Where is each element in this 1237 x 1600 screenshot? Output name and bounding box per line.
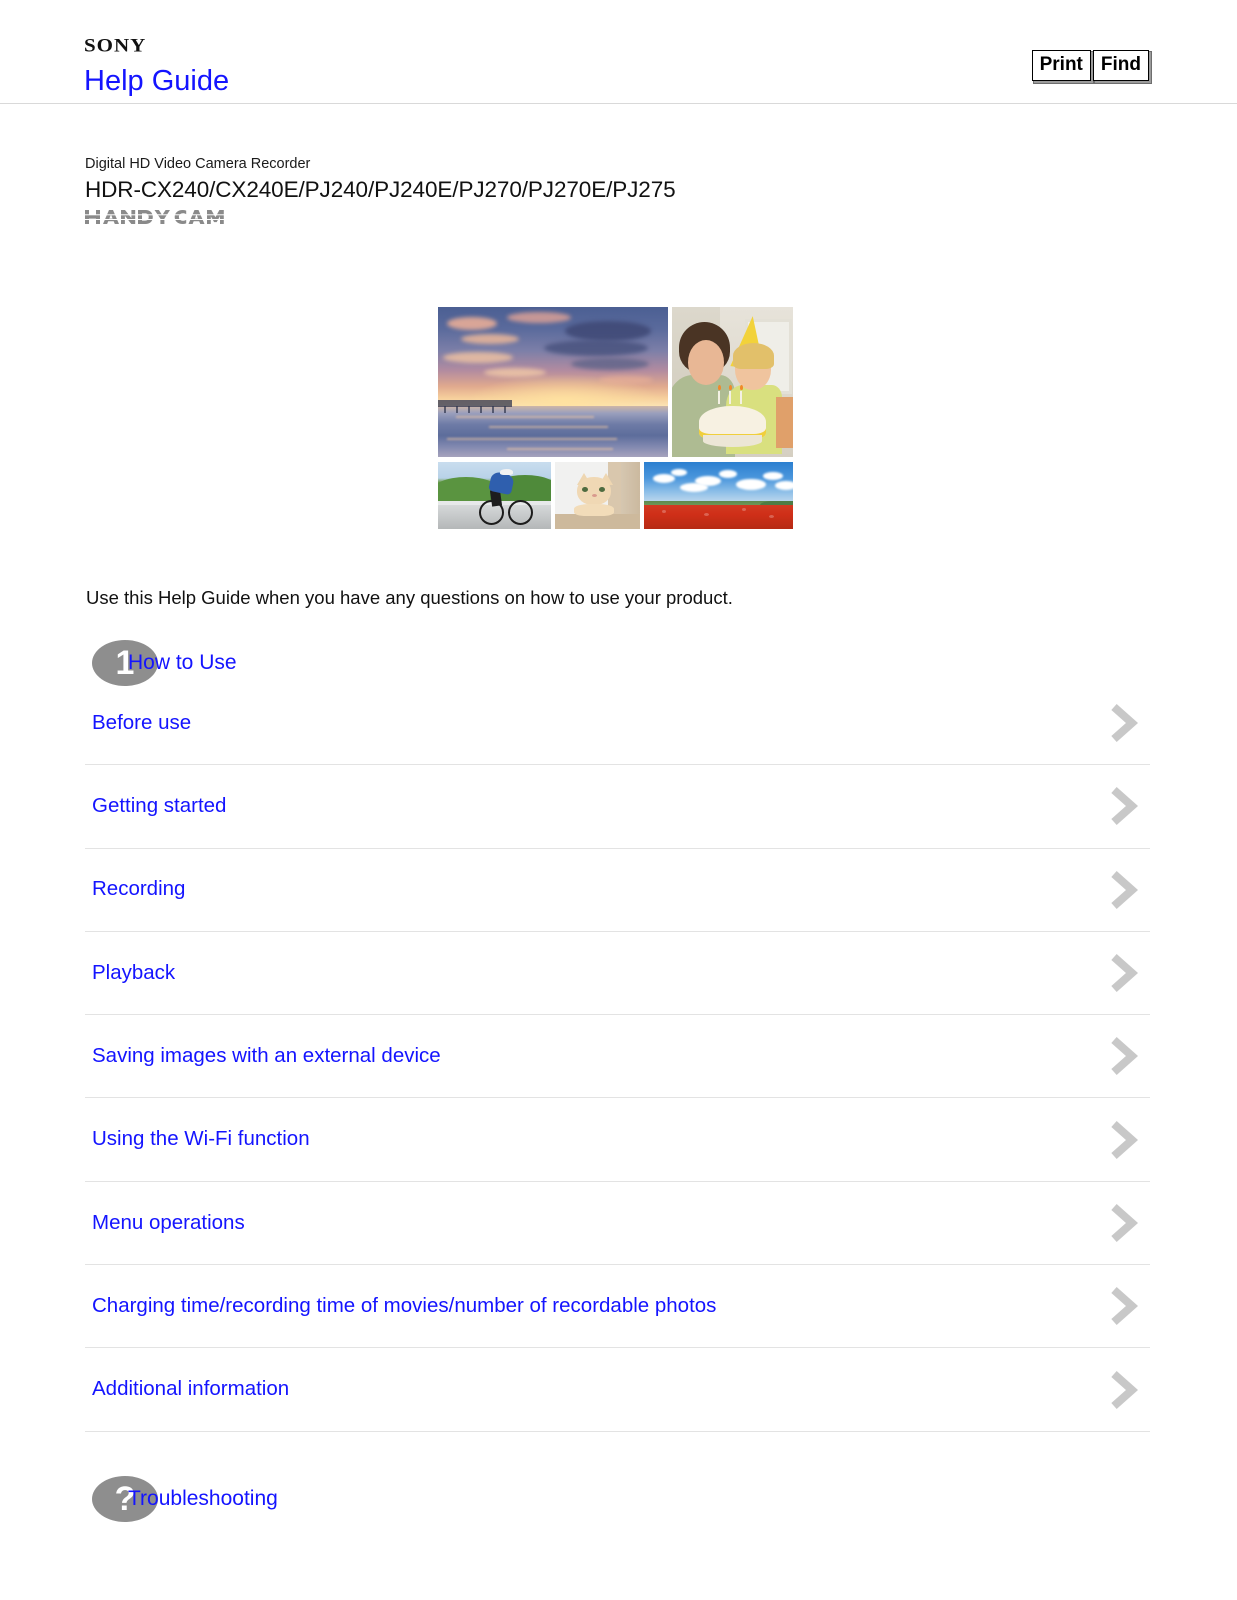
link-charging-recording-times[interactable]: Charging time/recording time of movies/n… [85, 1293, 716, 1320]
section-title-how-to-use[interactable]: How to Use [128, 649, 237, 676]
handycam-logo [85, 209, 237, 225]
link-getting-started[interactable]: Getting started [85, 793, 226, 820]
list-item[interactable]: Menu operations [85, 1182, 1150, 1266]
list-item[interactable]: Getting started [85, 765, 1150, 849]
section-title-troubleshooting[interactable]: Troubleshooting [128, 1485, 278, 1512]
page-header: SONY Help Guide Print Find [0, 0, 1237, 104]
help-guide-page: SONY Help Guide Print Find Digital HD Vi… [0, 0, 1237, 1600]
cyclist-photo [438, 462, 551, 529]
link-playback[interactable]: Playback [85, 960, 175, 987]
cat-photo [555, 462, 640, 529]
link-before-use[interactable]: Before use [85, 710, 191, 737]
sony-logo: SONY [84, 34, 147, 57]
hero-image-collage [438, 307, 793, 529]
product-category: Digital HD Video Camera Recorder [85, 156, 311, 172]
birthday-party-photo [672, 307, 793, 457]
how-to-use-link-list: Before use Getting started Recording Pla… [85, 682, 1150, 1432]
print-button[interactable]: Print [1031, 50, 1091, 81]
chevron-right-icon [1106, 701, 1140, 745]
list-item[interactable]: Charging time/recording time of movies/n… [85, 1265, 1150, 1349]
list-item[interactable]: Playback [85, 932, 1150, 1016]
link-using-wifi-function[interactable]: Using the Wi-Fi function [85, 1126, 310, 1153]
link-saving-images-external-device[interactable]: Saving images with an external device [85, 1043, 441, 1070]
list-item[interactable]: Recording [85, 849, 1150, 932]
list-item[interactable]: Using the Wi-Fi function [85, 1098, 1150, 1182]
link-additional-information[interactable]: Additional information [85, 1376, 289, 1403]
list-item[interactable]: Additional information [85, 1348, 1150, 1432]
chevron-right-icon [1106, 868, 1140, 912]
header-actions: Print Find [1031, 50, 1149, 81]
intro-text: Use this Help Guide when you have any qu… [86, 586, 733, 608]
link-menu-operations[interactable]: Menu operations [85, 1210, 245, 1237]
list-item[interactable]: Before use [85, 682, 1150, 766]
chevron-right-icon [1106, 1368, 1140, 1412]
sunset-beach-pier-photo [438, 307, 668, 457]
chevron-right-icon [1106, 784, 1140, 828]
chevron-right-icon [1106, 1034, 1140, 1078]
list-item[interactable]: Saving images with an external device [85, 1015, 1150, 1099]
chevron-right-icon [1106, 1201, 1140, 1245]
chevron-right-icon [1106, 1284, 1140, 1328]
find-button[interactable]: Find [1092, 50, 1149, 81]
link-recording[interactable]: Recording [85, 876, 185, 903]
chevron-right-icon [1106, 1118, 1140, 1162]
page-title: Help Guide [84, 65, 230, 97]
poppy-field-photo [644, 462, 793, 529]
chevron-right-icon [1106, 951, 1140, 995]
product-model: HDR-CX240/CX240E/PJ240/PJ240E/PJ270/PJ27… [85, 176, 676, 202]
product-info: Digital HD Video Camera Recorder HDR-CX2… [85, 155, 985, 225]
